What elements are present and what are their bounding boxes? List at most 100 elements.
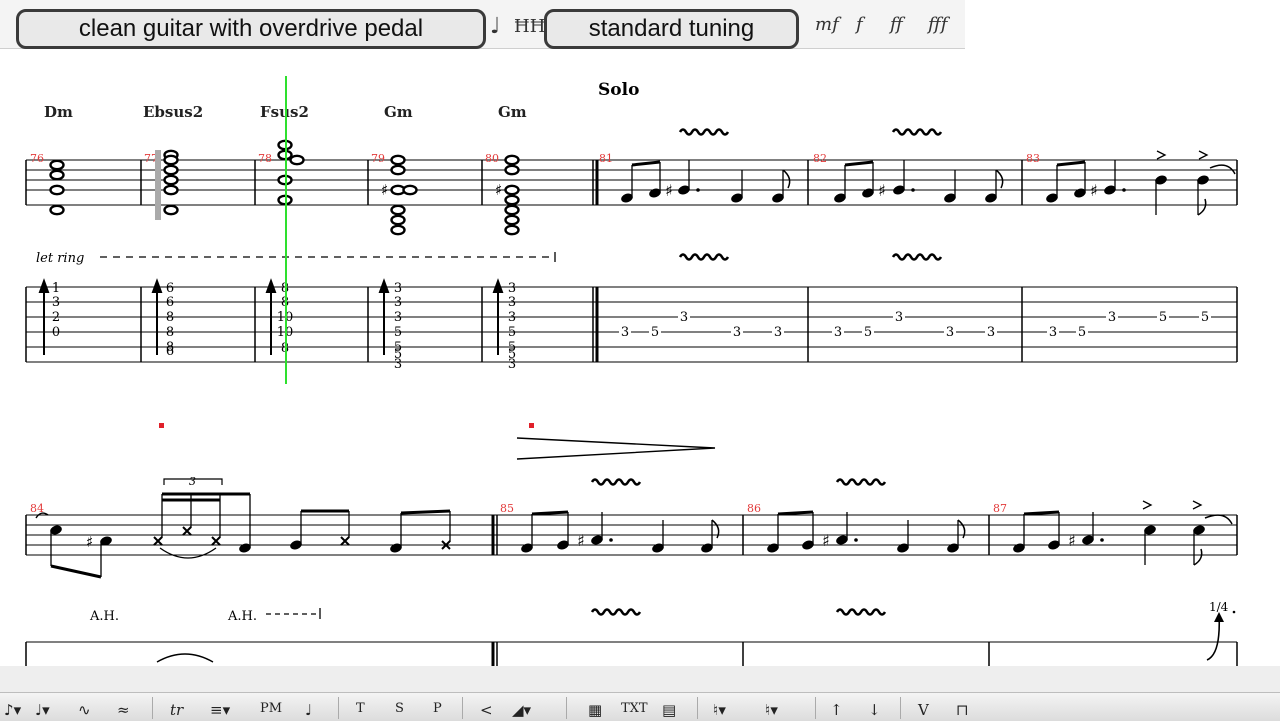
top-toolbar: clean guitar with overdrive pedal ♩ ĦĦ s… xyxy=(0,0,1280,50)
vibrato-mark xyxy=(678,253,730,261)
dynamic-mf-icon[interactable]: mf xyxy=(815,14,839,35)
tab-fret: 5 xyxy=(651,325,659,340)
solo-notes-m86: ♯ xyxy=(765,510,966,554)
svg-text:♯: ♯ xyxy=(1090,181,1098,200)
pop-button[interactable]: P xyxy=(433,701,442,716)
tab-fret: 2 xyxy=(52,310,60,325)
section-icon[interactable]: ▤ xyxy=(662,701,676,719)
toolbar-separator xyxy=(900,697,901,719)
tab-fret: 3 xyxy=(621,325,629,340)
svg-text:♯: ♯ xyxy=(665,181,673,200)
svg-text:♯: ♯ xyxy=(878,181,886,200)
decrescendo-hairpin xyxy=(516,437,716,460)
wide-vibrato-icon[interactable]: ≈ xyxy=(117,701,130,719)
slap-button[interactable]: S xyxy=(395,701,404,716)
standard-staff-2 xyxy=(25,514,1238,556)
strum-arrows xyxy=(38,278,504,355)
measure-number: 87 xyxy=(993,502,1007,515)
chord-name: Dm xyxy=(44,103,73,121)
svg-text:♯: ♯ xyxy=(381,181,388,199)
tab-fret: 3 xyxy=(1108,310,1116,325)
solo-notes-m81: ♯ xyxy=(619,160,791,204)
tab-fret: 5 xyxy=(864,325,872,340)
chord-notes-m77 xyxy=(155,149,179,220)
tab-fret: 6 xyxy=(166,281,174,296)
text-button[interactable]: TXT xyxy=(621,701,648,716)
vibrato-icon[interactable]: ∿ xyxy=(78,701,91,719)
selection-marker xyxy=(529,423,534,428)
tuplet-number: 3 xyxy=(189,475,196,488)
solo-notes-m82: ♯ xyxy=(832,160,1004,204)
measure-number: 83 xyxy=(1026,152,1040,165)
artificial-harmonic-label: A.H. xyxy=(89,609,119,624)
tab-staff-2 xyxy=(25,641,1238,670)
downstroke-icon[interactable]: ⊓ xyxy=(956,701,969,719)
note-value-icon[interactable]: ♩ xyxy=(490,14,500,39)
sound-bank-label[interactable]: clean guitar with overdrive pedal xyxy=(16,9,486,49)
vibrato-mark xyxy=(891,253,943,261)
tab-fret: 3 xyxy=(508,281,516,296)
tab-fret: 3 xyxy=(834,325,842,340)
tab-fret: 3 xyxy=(394,295,402,310)
grace-note-icon[interactable]: ♪▾ xyxy=(4,701,21,719)
score-sheet: Solo Dm Ebsus2 Fsus2 Gm Gm 76 77 78 79 8… xyxy=(0,76,1280,692)
tab-fret: 3 xyxy=(52,295,60,310)
tuning-label[interactable]: standard tuning xyxy=(544,9,799,49)
chord-name: Fsus2 xyxy=(260,103,309,121)
tab-fret: 5 xyxy=(394,325,402,340)
pick-stroke-icon[interactable]: ♮▾ xyxy=(713,701,726,719)
strum-up-icon[interactable]: ↑ xyxy=(830,701,843,719)
measure-number: 80 xyxy=(485,152,499,165)
tab-fret: 5 xyxy=(1078,325,1086,340)
upstroke-icon[interactable]: V xyxy=(918,701,929,719)
tab-fret: 3 xyxy=(680,310,688,325)
tab-fret: 8 xyxy=(166,325,174,340)
chord-name: Ebsus2 xyxy=(143,103,203,121)
chord-notes-m80: ♯ xyxy=(495,154,520,236)
chord-notes-m79: ♯ xyxy=(381,154,418,236)
chord-name: Gm xyxy=(384,103,413,121)
tab-fret: 3 xyxy=(946,325,954,340)
tab-numbers-solo: 3 5 3 3 3 3 5 3 3 3 3 5 3 5 5 xyxy=(619,310,1211,340)
tab-mode-icon[interactable]: ĦĦ xyxy=(514,16,545,37)
toolbar-separator xyxy=(815,697,816,719)
chord-notes-m76 xyxy=(49,159,65,216)
solo-notes-m84: ♯ 3 xyxy=(35,475,451,579)
tremolo-icon[interactable]: ≡▾ xyxy=(210,701,230,719)
svg-text:♯: ♯ xyxy=(822,531,830,550)
fingering-icon[interactable]: ♮▾ xyxy=(765,701,778,719)
measure-number: 79 xyxy=(371,152,385,165)
tap-button[interactable]: T xyxy=(356,701,365,716)
let-ring-label: let ring xyxy=(36,251,84,266)
tab-fret: 5 xyxy=(1159,310,1167,325)
dynamic-ff-icon[interactable]: ff xyxy=(890,14,903,35)
tab-numbers-chords: 1 3 2 0 6 6 8 8 8 6 8 8 10 10 8 3 3 3 5 … xyxy=(52,281,516,372)
tab-fret: 3 xyxy=(394,357,402,372)
tab-fret: 5 xyxy=(508,325,516,340)
measure-numbers-1: 76 77 78 79 80 81 82 83 xyxy=(30,152,1040,165)
dynamic-f-icon[interactable]: f xyxy=(856,14,863,35)
measure-number: 76 xyxy=(30,152,44,165)
toolbar-separator xyxy=(338,697,339,719)
tab-fret: 6 xyxy=(166,344,174,359)
measure-number: 82 xyxy=(813,152,827,165)
palm-mute-button[interactable]: PM xyxy=(260,701,282,716)
chord-notes-m78 xyxy=(277,139,305,206)
vibrato-mark xyxy=(835,608,887,616)
dynamic-fff-icon[interactable]: fff xyxy=(928,14,947,35)
measure-number: 85 xyxy=(500,502,514,515)
tie-icon[interactable]: ♩▾ xyxy=(35,701,50,719)
staccato-icon[interactable]: ♩ xyxy=(305,701,312,719)
slide-icon[interactable]: ◢▾ xyxy=(512,701,531,719)
toolbar-separator xyxy=(152,697,153,719)
tab-fret: 3 xyxy=(895,310,903,325)
tab-fret: 3 xyxy=(733,325,741,340)
measure-numbers-2: 84 85 86 87 xyxy=(30,502,1007,515)
vibrato-mark xyxy=(891,128,943,136)
chord-diagram-icon[interactable]: ▦ xyxy=(588,701,602,719)
trill-button[interactable]: tr xyxy=(170,701,183,719)
strum-down-icon[interactable]: ↓ xyxy=(868,701,881,719)
solo-notes-m85: ♯ xyxy=(519,510,720,554)
crescendo-icon[interactable]: < xyxy=(480,701,493,719)
tab-fret: 3 xyxy=(394,310,402,325)
